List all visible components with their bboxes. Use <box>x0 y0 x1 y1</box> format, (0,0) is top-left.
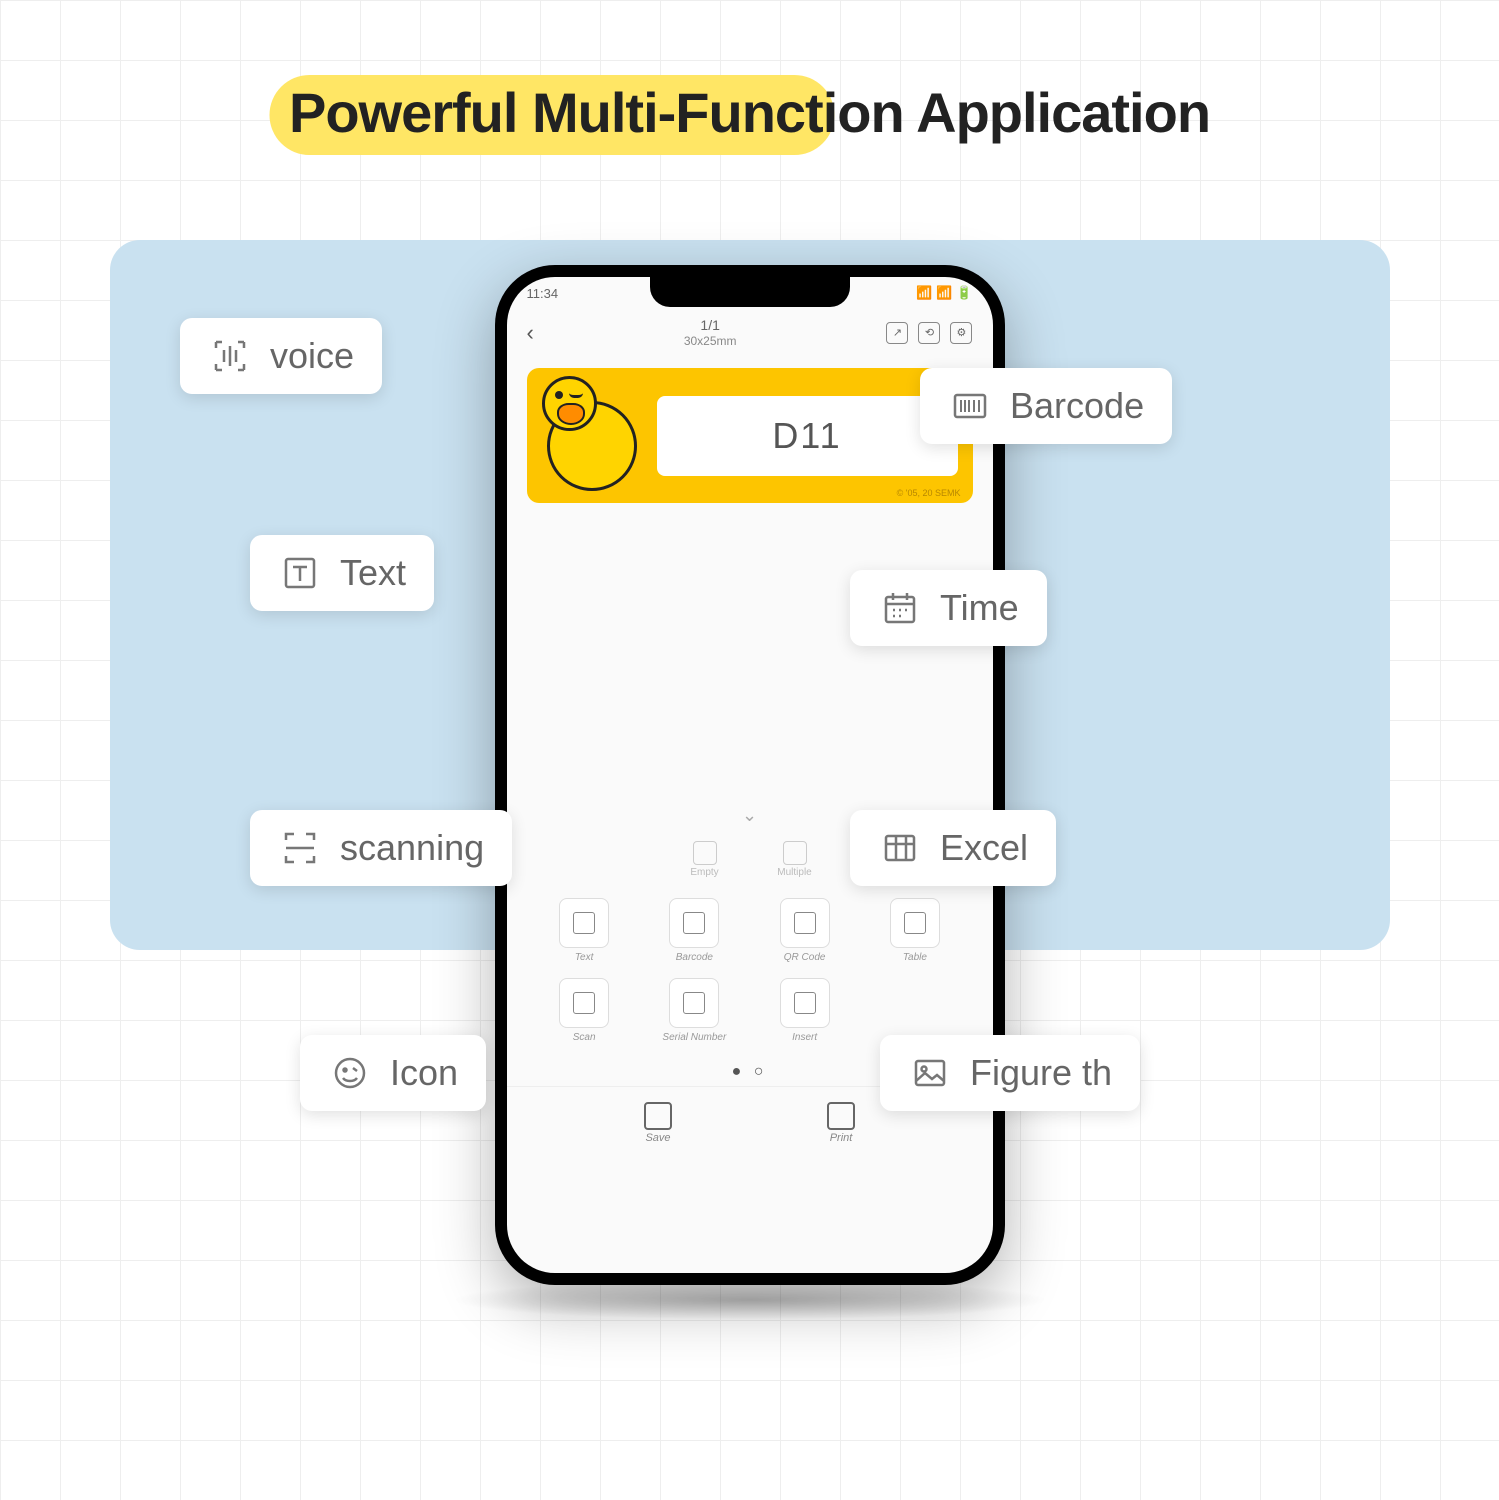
callout-icon-text: Icon <box>390 1052 458 1094</box>
smiley-icon <box>328 1051 372 1095</box>
page-counter: 1/1 <box>684 317 737 334</box>
callout-barcode: Barcode <box>920 368 1172 444</box>
tool-grid: Text Barcode QR Code Table Scan Serial N… <box>507 883 993 1058</box>
callout-barcode-text: Barcode <box>1010 385 1144 427</box>
header-actions: ↗ ⟲ ⚙ <box>886 322 972 344</box>
grid-qr[interactable]: QR Code <box>757 898 852 963</box>
signal-icon: 📶 <box>916 285 932 301</box>
label-preview[interactable]: D11 © '05, 20 SEMK <box>527 368 973 503</box>
save-button[interactable]: Save <box>644 1102 672 1144</box>
callout-figure-text: Figure th <box>970 1052 1112 1094</box>
phone-notch <box>650 277 850 307</box>
calendar-icon <box>878 586 922 630</box>
phone-shadow <box>450 1280 1050 1320</box>
callout-voice: voice <box>180 318 382 394</box>
grid-barcode[interactable]: Barcode <box>647 898 742 963</box>
callout-time-text: Time <box>940 587 1019 629</box>
table-icon <box>878 826 922 870</box>
tool-empty[interactable]: Empty <box>675 841 735 878</box>
title-text: Powerful Multi-Function Application <box>289 81 1210 144</box>
label-dimensions: 30x25mm <box>684 334 737 348</box>
wifi-icon: 📶 <box>936 285 952 301</box>
label-text[interactable]: D11 <box>657 396 958 476</box>
back-button[interactable]: ‹ <box>527 320 534 346</box>
grid-serial[interactable]: Serial Number <box>647 978 742 1043</box>
callout-icon: Icon <box>300 1035 486 1111</box>
callout-time: Time <box>850 570 1047 646</box>
grid-scan[interactable]: Scan <box>537 978 632 1043</box>
print-button[interactable]: Print <box>827 1102 855 1144</box>
duck-illustration <box>527 371 657 501</box>
app-header: ‹ 1/1 30x25mm ↗ ⟲ ⚙ <box>507 309 993 356</box>
callout-scanning-text: scanning <box>340 827 484 869</box>
callout-text-text: Text <box>340 552 406 594</box>
grid-table[interactable]: Table <box>867 898 962 963</box>
grid-text[interactable]: Text <box>537 898 632 963</box>
callout-excel: Excel <box>850 810 1056 886</box>
callout-excel-text: Excel <box>940 827 1028 869</box>
scan-icon <box>278 826 322 870</box>
callout-text: Text <box>250 535 434 611</box>
callout-scanning: scanning <box>250 810 512 886</box>
header-info: 1/1 30x25mm <box>684 317 737 348</box>
callout-figure: Figure th <box>880 1035 1140 1111</box>
status-time: 11:34 <box>527 286 559 301</box>
tool-multiple[interactable]: Multiple <box>765 841 825 878</box>
status-icons: 📶 📶 🔋 <box>916 285 973 301</box>
share-icon[interactable]: ↗ <box>886 322 908 344</box>
label-copyright: © '05, 20 SEMK <box>897 488 961 498</box>
text-icon <box>278 551 322 595</box>
callout-voice-text: voice <box>270 335 354 377</box>
battery-icon: 🔋 <box>956 285 972 301</box>
grid-insert[interactable]: Insert <box>757 978 852 1043</box>
image-icon <box>908 1051 952 1095</box>
rotate-icon[interactable]: ⟲ <box>918 322 940 344</box>
voice-icon <box>208 334 252 378</box>
settings-icon[interactable]: ⚙ <box>950 322 972 344</box>
barcode-icon <box>948 384 992 428</box>
page-title: Powerful Multi-Function Application <box>289 80 1210 145</box>
